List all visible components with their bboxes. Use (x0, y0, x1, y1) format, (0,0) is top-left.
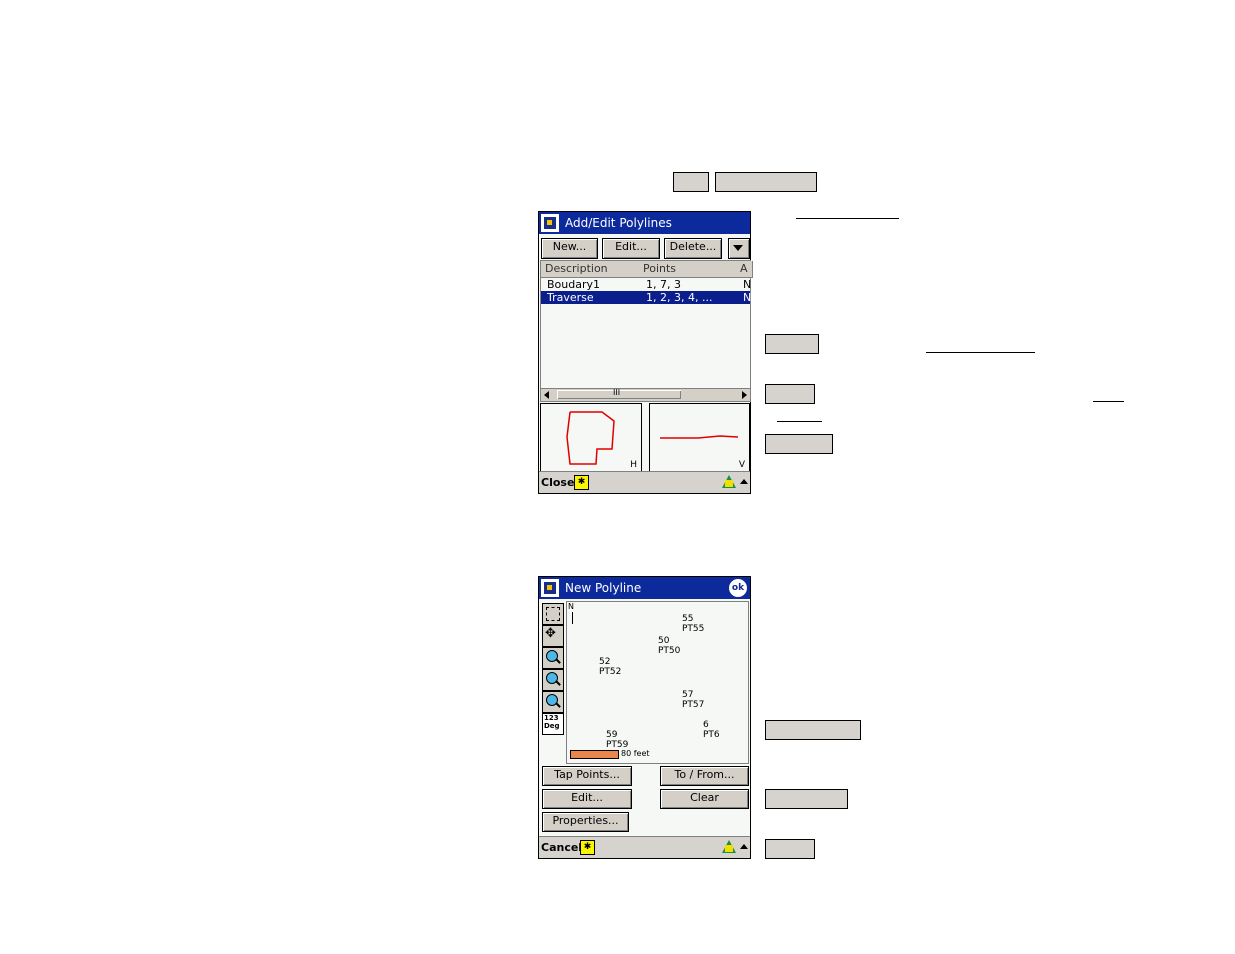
start-menu-icon[interactable] (541, 579, 559, 597)
doc-key-edit-2 (765, 789, 848, 809)
scrollbar-thumb[interactable]: III (557, 388, 681, 399)
doc-key-small (673, 172, 709, 192)
point-number: 52 (599, 657, 611, 667)
cell-description: Traverse (547, 291, 594, 304)
doc-key-clear (765, 839, 815, 859)
list-row-selected[interactable]: Traverse 1, 2, 3, 4, ... N (541, 291, 752, 304)
doc-key-new (765, 334, 819, 354)
point-label: PT50 (658, 646, 681, 656)
point-label: PT6 (703, 730, 720, 740)
doc-underline-1 (796, 218, 899, 219)
numeric-display-tool[interactable]: 123 Deg (542, 713, 564, 735)
survey-point[interactable]: 59 PT59 (606, 730, 628, 750)
cell-description: Boudary1 (547, 278, 601, 291)
doc-underline-2 (926, 352, 1035, 353)
survey-point[interactable]: 52 PT52 (599, 657, 621, 677)
tap-points-button[interactable]: Tap Points... (542, 766, 632, 786)
survey-app-icon-inner (725, 845, 733, 852)
to-from-button[interactable]: To / From... (660, 766, 749, 786)
title-bar: New Polyline ok (539, 577, 750, 599)
device-screen-add-edit-polylines: Add/Edit Polylines New... Edit... Delete… (538, 211, 753, 494)
survey-point[interactable]: 6 PT6 (703, 720, 720, 740)
pan-icon: ✥ (545, 626, 556, 641)
chevron-down-icon (733, 245, 743, 251)
north-arrow: N (568, 602, 574, 611)
column-header-description[interactable]: Description (541, 261, 643, 278)
list-row[interactable]: Boudary1 1, 7, 3 N (541, 278, 752, 291)
scale-text: 80 feet (621, 749, 650, 758)
point-number: 6 (703, 720, 709, 730)
input-panel-icon[interactable]: ✱ (574, 475, 589, 490)
north-arrow-icon (572, 612, 573, 624)
edit-button[interactable]: Edit... (602, 238, 660, 259)
column-header-a[interactable]: A (738, 261, 753, 278)
edit-button[interactable]: Edit... (542, 789, 632, 809)
numeric-display-icon: 123 Deg (544, 714, 560, 730)
sip-up-arrow-icon[interactable] (740, 844, 748, 849)
scroll-right-arrow-icon[interactable] (742, 391, 747, 399)
delete-button[interactable]: Delete... (664, 238, 722, 259)
doc-underline-3 (1093, 401, 1124, 402)
command-bar: Cancel ✱ (539, 836, 750, 858)
vertical-polyline-drawing (660, 435, 739, 439)
horizontal-scrollbar[interactable]: III (541, 388, 750, 401)
polyline-list[interactable]: Description Points A Boudary1 1, 7, 3 N … (540, 260, 753, 402)
preview-v-label: V (738, 460, 745, 470)
survey-point[interactable]: 57 PT57 (682, 690, 704, 710)
cancel-command[interactable]: Cancel (541, 841, 582, 854)
doc-underline-4 (777, 421, 822, 422)
point-label: PT55 (682, 624, 705, 634)
new-button[interactable]: New... (541, 238, 598, 259)
scale-bar (570, 750, 619, 759)
plan-map[interactable]: N 55 PT55 50 PT50 52 PT52 57 PT57 6 PT6 (566, 601, 749, 764)
close-command[interactable]: Close (541, 476, 574, 489)
device-screen-new-polyline: New Polyline ok ✥ 123 Deg N 55 PT55 50 P… (538, 576, 751, 859)
cell-a: N (743, 291, 752, 304)
zoom-extents-tool[interactable] (542, 603, 564, 625)
dropdown-button[interactable] (728, 238, 750, 259)
survey-point[interactable]: 50 PT50 (658, 636, 680, 656)
zoom-in-tool[interactable] (542, 647, 564, 669)
command-bar: Close ✱ (539, 471, 750, 493)
cell-points: 1, 2, 3, 4, ... (646, 291, 713, 304)
ok-button[interactable]: ok (729, 579, 747, 597)
start-menu-icon[interactable] (541, 214, 559, 232)
zoom-out-tool[interactable] (542, 669, 564, 691)
doc-key-tap-points (765, 720, 861, 740)
point-number: 55 (682, 614, 694, 624)
zoom-extents-icon (546, 607, 560, 621)
pan-tool[interactable]: ✥ (542, 625, 564, 647)
sip-up-arrow-icon[interactable] (740, 479, 748, 484)
cell-a: N (743, 278, 752, 291)
window-title: Add/Edit Polylines (565, 216, 672, 230)
survey-point[interactable]: 55 PT55 (682, 614, 704, 634)
title-bar: Add/Edit Polylines (539, 212, 750, 234)
cell-points: 1, 7, 3 (646, 278, 681, 291)
point-label: PT52 (599, 667, 622, 677)
doc-key-delete (765, 434, 833, 454)
point-number: 59 (606, 730, 618, 740)
point-number: 57 (682, 690, 694, 700)
properties-button[interactable]: Properties... (542, 812, 629, 832)
scroll-grip: III (613, 388, 621, 397)
doc-key-wide (715, 172, 817, 192)
doc-key-edit (765, 384, 815, 404)
point-label: PT57 (682, 700, 705, 710)
window-title: New Polyline (565, 581, 642, 595)
column-header-points[interactable]: Points (639, 261, 742, 278)
vertical-preview: V (649, 403, 750, 473)
clear-button[interactable]: Clear (660, 789, 749, 809)
survey-app-icon-inner (725, 480, 733, 487)
input-panel-icon[interactable]: ✱ (580, 840, 595, 855)
point-number: 50 (658, 636, 670, 646)
horizontal-polyline-drawing (566, 411, 615, 465)
horizontal-preview: H (540, 403, 642, 473)
scroll-left-arrow-icon[interactable] (544, 391, 549, 399)
zoom-window-tool[interactable] (542, 691, 564, 713)
preview-h-label: H (630, 460, 637, 470)
